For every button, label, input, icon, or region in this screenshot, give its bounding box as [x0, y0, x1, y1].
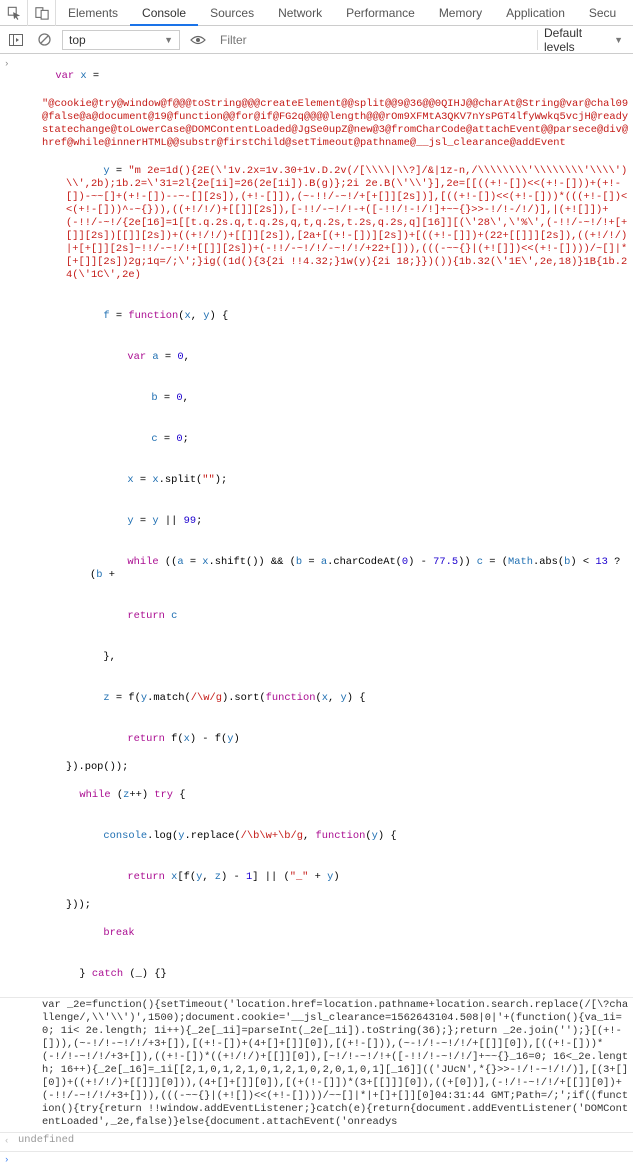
context-select[interactable]: top ▼ — [62, 30, 180, 50]
code-line: c = 0; — [18, 420, 629, 459]
tab-performance[interactable]: Performance — [334, 0, 427, 26]
code-line: b = 0, — [18, 379, 629, 418]
console-prompt[interactable]: › — [0, 1151, 633, 1169]
string-literal: "@cookie@try@window@f@@@toString@@@creat… — [18, 98, 629, 150]
tab-console[interactable]: Console — [130, 0, 198, 26]
log-level-select[interactable]: Default levels ▼ — [537, 30, 629, 50]
devtools-tabbar: Elements Console Sources Network Perform… — [0, 0, 633, 26]
code-line: return x[f(y, z) - 1] || ("_" + y) — [18, 858, 629, 897]
code-line: return c — [18, 597, 629, 636]
filter-input[interactable] — [214, 30, 533, 50]
log-output-text: var _2e=function(){setTimeout('location.… — [18, 999, 629, 1129]
tab-security[interactable]: Secu — [577, 0, 628, 26]
sidebar-toggle-icon[interactable] — [4, 28, 28, 52]
code-line: break — [18, 914, 629, 953]
code-line: var x = — [18, 57, 629, 96]
log-level-label: Default levels — [544, 26, 614, 54]
console-input[interactable] — [18, 1154, 629, 1167]
tab-elements[interactable]: Elements — [56, 0, 130, 26]
console-toolbar: top ▼ Default levels ▼ — [0, 26, 633, 54]
code-line: x = x.split(""); — [18, 461, 629, 500]
code-line: z = f(y.match(/\w/g).sort(function(x, y)… — [18, 679, 629, 718]
console-output: › var x = "@cookie@try@window@f@@@toStri… — [0, 54, 633, 1171]
log-output-row: var _2e=function(){setTimeout('location.… — [0, 997, 633, 1130]
clear-console-icon[interactable] — [32, 28, 56, 52]
code-line: y = "m 2e=1d(){2E(\'1v.2x=1v.30+1v.D.2v(… — [18, 152, 629, 295]
code-line: while ((a = x.shift()) && (b = a.charCod… — [18, 543, 629, 595]
return-value: undefined — [18, 1134, 629, 1147]
live-expression-icon[interactable] — [186, 28, 210, 52]
tab-application[interactable]: Application — [494, 0, 577, 26]
code-line: while (z++) try { — [18, 776, 629, 815]
device-icon[interactable] — [28, 0, 56, 26]
code-line: } catch (_) {} — [18, 955, 629, 994]
tab-memory[interactable]: Memory — [427, 0, 494, 26]
elements-picker-icon[interactable] — [0, 0, 28, 26]
code-line: var a = 0, — [18, 338, 629, 377]
return-row: ‹ undefined — [0, 1132, 633, 1149]
return-arrow-icon: ‹ — [4, 1134, 18, 1148]
prompt-arrow-icon: › — [4, 1154, 18, 1167]
code-line: }).pop()); — [18, 761, 629, 774]
input-arrow-icon: › — [4, 57, 18, 71]
code-line: f = function(x, y) { — [18, 297, 629, 336]
code-line: console.log(y.replace(/\b\w+\b/g, functi… — [18, 817, 629, 856]
chevron-down-icon: ▼ — [614, 35, 623, 45]
chevron-down-icon: ▼ — [164, 35, 173, 45]
tab-network[interactable]: Network — [266, 0, 334, 26]
context-label: top — [69, 33, 86, 47]
code-line: return f(x) - f(y) — [18, 720, 629, 759]
code-row: › var x = — [0, 56, 633, 97]
tab-sources[interactable]: Sources — [198, 0, 266, 26]
code-line: y = y || 99; — [18, 502, 629, 541]
code-line: })); — [18, 899, 629, 912]
